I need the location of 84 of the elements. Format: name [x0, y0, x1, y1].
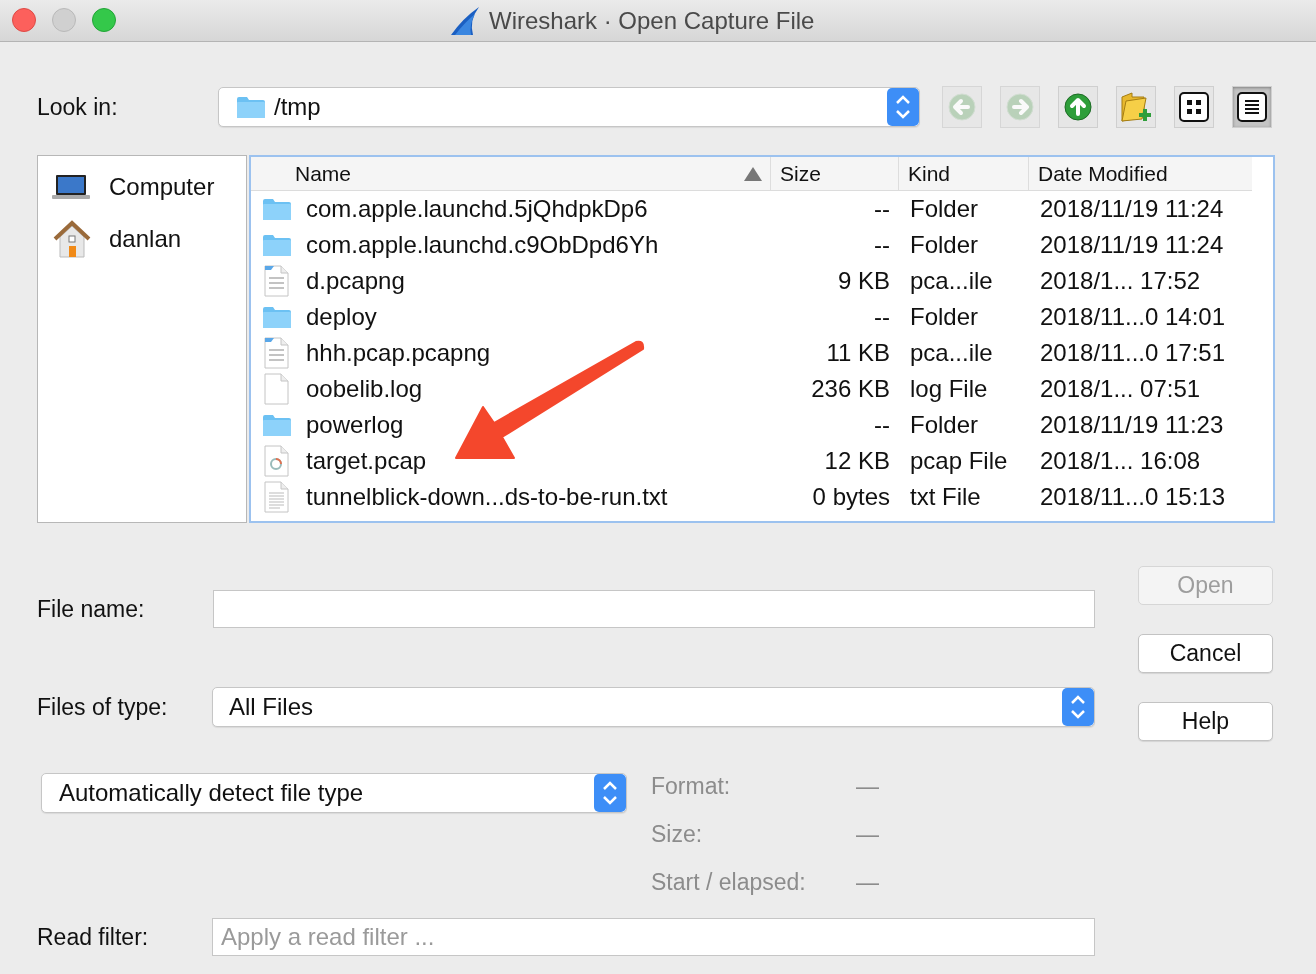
sidebar-item[interactable]: danlan [109, 225, 182, 253]
window-title: Wireshark · Open Capture File [489, 6, 815, 35]
file-name[interactable]: com.apple.launchd.5jQhdpkDp6 [306, 195, 648, 223]
list-view-icon [1237, 92, 1267, 122]
read-filter-label: Read filter: [37, 923, 150, 951]
file-name[interactable]: oobelib.log [306, 375, 423, 403]
file-size: -- [873, 195, 891, 223]
file-name[interactable]: deploy [306, 303, 377, 331]
info-label: Format: [651, 772, 732, 800]
stepper-icon [887, 88, 919, 126]
text-file-icon [262, 481, 292, 513]
read-filter-field[interactable]: Apply a read filter ... [212, 918, 1095, 956]
minimize-button[interactable] [52, 8, 76, 32]
date-modified: 2018/1... 17:52 [1039, 267, 1202, 295]
date-modified: 2018/11...0 14:01 [1039, 303, 1227, 331]
file-kind: pca...ile [909, 339, 994, 367]
document-icon [262, 445, 292, 477]
file-size: -- [873, 303, 891, 331]
column-header[interactable]: Size [780, 161, 898, 186]
binary-file-icon [262, 265, 292, 297]
file-size: -- [873, 411, 891, 439]
info-value: — [856, 820, 879, 848]
date-modified: 2018/11...0 17:51 [1039, 339, 1227, 367]
file-kind: Folder [909, 303, 980, 331]
file-kind: Folder [909, 231, 980, 259]
file-kind: pcap File [909, 447, 1009, 475]
file-name[interactable]: tunnelblick-down...ds-to-be-run.txt [306, 483, 668, 511]
folder-icon [262, 305, 292, 329]
info-label: Start / elapsed: [651, 868, 807, 896]
date-modified: 2018/11/19 11:23 [1039, 411, 1225, 439]
path-dropdown[interactable]: /tmp [218, 87, 920, 127]
date-modified: 2018/11/19 11:24 [1039, 231, 1225, 259]
format-dropdown[interactable]: Automatically detect file type [41, 773, 627, 813]
info-label: Size: [651, 820, 704, 848]
close-button[interactable] [12, 8, 36, 32]
file-kind: txt File [909, 483, 982, 511]
file-type-dropdown[interactable]: All Files [212, 687, 1095, 727]
file-size: 236 KB [810, 375, 891, 403]
folder-icon [262, 413, 292, 437]
grid-view-icon [1179, 92, 1209, 122]
info-value: — [856, 772, 879, 800]
sidebar-item[interactable]: Computer [109, 173, 215, 201]
file-size: 11 KB [825, 339, 891, 367]
file-name[interactable]: target.pcap [306, 447, 427, 475]
column-header[interactable]: Date Modified [1038, 161, 1250, 186]
new-folder-icon [1120, 91, 1152, 123]
folder-icon [262, 233, 292, 257]
date-modified: 2018/1... 07:51 [1039, 375, 1202, 403]
file-name-label: File name: [37, 595, 146, 623]
file-kind: log File [909, 375, 989, 403]
binary-file-icon [262, 337, 292, 369]
dialog-button[interactable]: Cancel [1138, 634, 1273, 673]
date-modified: 2018/11/19 11:24 [1039, 195, 1225, 223]
file-name[interactable]: d.pcapng [306, 267, 405, 295]
info-value: — [856, 868, 879, 896]
file-name-field[interactable] [213, 590, 1095, 628]
date-modified: 2018/1... 16:08 [1039, 447, 1202, 475]
column-header[interactable]: Kind [908, 161, 1028, 186]
laptop-icon [52, 174, 90, 200]
file-kind: pca...ile [909, 267, 994, 295]
look-in-label: Look in: [37, 93, 119, 121]
folder-icon [262, 197, 292, 221]
stepper-icon [594, 774, 626, 812]
dialog-button[interactable]: Help [1138, 702, 1273, 741]
file-size: -- [873, 231, 891, 259]
file-kind: Folder [909, 411, 980, 439]
document-icon [262, 373, 292, 405]
shark-fin-icon [449, 5, 481, 36]
toolbar-button[interactable] [1174, 86, 1214, 128]
stepper-icon [1062, 688, 1094, 726]
file-name[interactable]: hhh.pcap.pcapng [306, 339, 491, 367]
house-icon [52, 219, 92, 259]
file-kind: Folder [909, 195, 980, 223]
toolbar-button[interactable] [1232, 86, 1272, 128]
file-size: 9 KB [836, 267, 891, 295]
folder-icon [236, 95, 266, 119]
file-size: 12 KB [823, 447, 891, 475]
file-name[interactable]: com.apple.launchd.c9ObDpd6Yh [306, 231, 659, 259]
file-type-label: Files of type: [37, 693, 169, 721]
column-header[interactable]: Name [295, 161, 744, 186]
file-size: 0 bytes [811, 483, 891, 511]
file-name[interactable]: powerlog [306, 411, 404, 439]
date-modified: 2018/11...0 15:13 [1039, 483, 1227, 511]
zoom-button[interactable] [92, 8, 116, 32]
